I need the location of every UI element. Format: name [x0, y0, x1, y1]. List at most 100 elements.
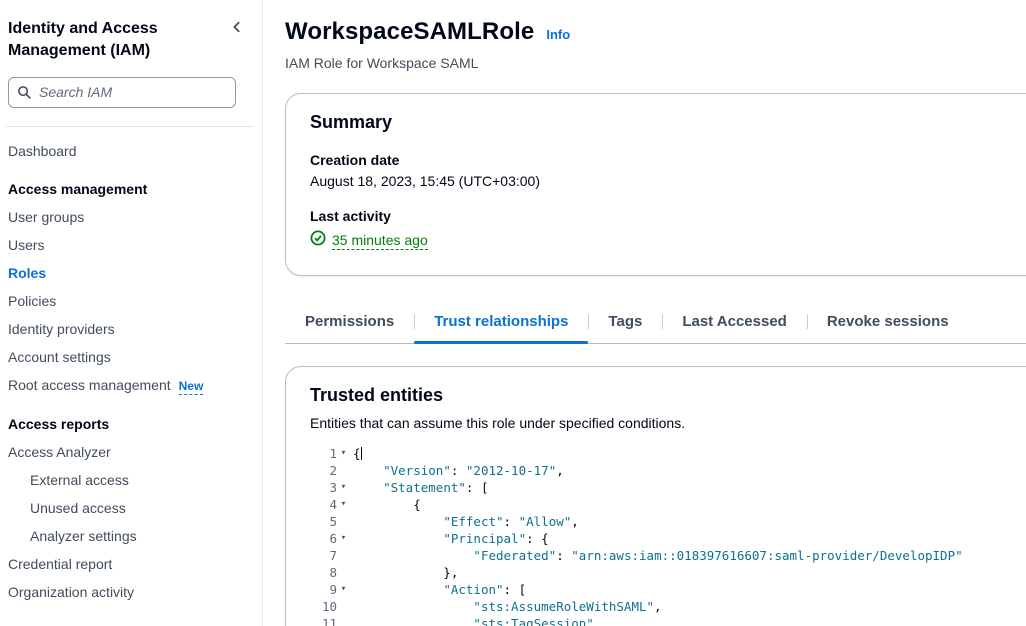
tab-bar: PermissionsTrust relationshipsTagsLast A…: [285, 304, 1026, 344]
sidebar-item-label: Account settings: [8, 349, 111, 365]
info-link[interactable]: Info: [546, 27, 570, 42]
line-number[interactable]: 6▾: [304, 530, 350, 547]
code-line: 2 "Version": "2012-10-17",: [304, 462, 1025, 479]
code-content[interactable]: },: [350, 564, 458, 581]
summary-card: Summary Creation date August 18, 2023, 1…: [285, 93, 1026, 276]
sidebar-item-identity-providers[interactable]: Identity providers: [8, 315, 248, 343]
code-line: 8 },: [304, 564, 1025, 581]
sidebar-item-label: Policies: [8, 293, 56, 309]
sidebar-item-label: Credential report: [8, 556, 112, 572]
line-number[interactable]: 8: [304, 564, 350, 581]
sidebar-section-access-reports: Access reports: [8, 410, 248, 438]
creation-date-value: August 18, 2023, 15:45 (UTC+03:00): [310, 173, 1025, 189]
policy-code-editor[interactable]: 1▾{2 "Version": "2012-10-17",3▾ "Stateme…: [304, 445, 1025, 626]
code-content[interactable]: "sts:AssumeRoleWithSAML",: [350, 598, 662, 615]
code-content[interactable]: "Effect": "Allow",: [350, 513, 579, 530]
line-number[interactable]: 11: [304, 615, 350, 626]
sidebar-item-label: External access: [30, 472, 129, 488]
line-number[interactable]: 4▾: [304, 496, 350, 513]
tab-trust-relationships[interactable]: Trust relationships: [414, 304, 588, 343]
sidebar-item-label: Access reports: [8, 416, 109, 432]
sidebar-item-access-analyzer[interactable]: Access Analyzer: [8, 438, 248, 466]
sidebar-collapse-button[interactable]: [226, 16, 248, 41]
line-number[interactable]: 3▾: [304, 479, 350, 496]
sidebar-item-organization-activity[interactable]: Organization activity: [8, 578, 248, 606]
sidebar-item-credential-report[interactable]: Credential report: [8, 550, 248, 578]
fold-arrow-icon[interactable]: ▾: [337, 581, 350, 598]
sidebar-search: [8, 77, 248, 108]
code-content[interactable]: "Principal": {: [350, 530, 549, 547]
code-content[interactable]: "Federated": "arn:aws:iam::018397616607:…: [350, 547, 963, 564]
trusted-entities-description: Entities that can assume this role under…: [310, 415, 1025, 431]
sidebar-item-dashboard[interactable]: Dashboard: [8, 137, 248, 165]
code-line: 10 "sts:AssumeRoleWithSAML",: [304, 598, 1025, 615]
sidebar-item-user-groups[interactable]: User groups: [8, 203, 248, 231]
sidebar-item-label: Analyzer settings: [30, 528, 137, 544]
fold-arrow-icon[interactable]: ▾: [337, 496, 350, 513]
code-content[interactable]: {: [350, 496, 421, 513]
line-number[interactable]: 2: [304, 462, 350, 479]
sidebar-item-label: Dashboard: [8, 143, 77, 159]
sidebar-item-roles[interactable]: Roles: [8, 259, 248, 287]
iam-console: Identity and Access Management (IAM) Das…: [0, 0, 1026, 626]
page-title: WorkspaceSAMLRole: [285, 18, 534, 46]
sidebar: Identity and Access Management (IAM) Das…: [0, 0, 263, 626]
fold-arrow-icon[interactable]: ▾: [337, 479, 350, 496]
sidebar-item-label: Identity providers: [8, 321, 115, 337]
sidebar-item-analyzer-settings[interactable]: Analyzer settings: [8, 522, 248, 550]
code-content[interactable]: {: [350, 445, 362, 462]
sidebar-item-label: Unused access: [30, 500, 126, 516]
sidebar-item-label: Organization activity: [8, 584, 134, 600]
line-number[interactable]: 1▾: [304, 445, 350, 462]
sidebar-item-label: Roles: [8, 265, 46, 281]
main-content: WorkspaceSAMLRole Info IAM Role for Work…: [263, 0, 1026, 626]
sidebar-title: Identity and Access Management (IAM): [8, 18, 208, 63]
sidebar-section-access-management: Access management: [8, 175, 248, 203]
sidebar-header: Identity and Access Management (IAM): [8, 14, 248, 77]
code-line: 3▾ "Statement": [: [304, 479, 1025, 496]
code-line: 9▾ "Action": [: [304, 581, 1025, 598]
code-line: 5 "Effect": "Allow",: [304, 513, 1025, 530]
sidebar-item-label: Access management: [8, 181, 147, 197]
tab-tags[interactable]: Tags: [588, 304, 662, 343]
sidebar-divider: [6, 126, 254, 127]
code-line: 7 "Federated": "arn:aws:iam::01839761660…: [304, 547, 1025, 564]
text-cursor: [361, 447, 362, 460]
tab-permissions[interactable]: Permissions: [285, 304, 414, 343]
last-activity-label: Last activity: [310, 208, 1025, 224]
sidebar-item-unused-access[interactable]: Unused access: [8, 494, 248, 522]
success-check-icon: [310, 230, 326, 251]
sidebar-item-label: Root access management: [8, 377, 171, 393]
code-line: 4▾ {: [304, 496, 1025, 513]
last-activity-value[interactable]: 35 minutes ago: [332, 232, 428, 250]
chevron-left-icon: [230, 22, 244, 37]
code-content[interactable]: "Statement": [: [350, 479, 488, 496]
sidebar-nav: Dashboard Access management User groups Use…: [8, 137, 248, 606]
line-number[interactable]: 7: [304, 547, 350, 564]
code-line: 11 "sts:TagSession": [304, 615, 1025, 626]
trusted-entities-card: Trusted entities Entities that can assum…: [285, 366, 1026, 626]
fold-arrow-icon[interactable]: ▾: [337, 530, 350, 547]
code-line: 1▾{: [304, 445, 1025, 462]
code-content[interactable]: "Version": "2012-10-17",: [350, 462, 564, 479]
code-content[interactable]: "sts:TagSession": [350, 615, 594, 626]
search-input[interactable]: [8, 77, 236, 108]
page-subtitle: IAM Role for Workspace SAML: [285, 55, 1026, 71]
tab-last-accessed[interactable]: Last Accessed: [662, 304, 807, 343]
line-number[interactable]: 10: [304, 598, 350, 615]
sidebar-item-label: Users: [8, 237, 45, 253]
sidebar-item-external-access[interactable]: External access: [8, 466, 248, 494]
sidebar-item-root-access-management[interactable]: Root access management New: [8, 371, 248, 400]
new-badge: New: [179, 379, 204, 395]
creation-date-label: Creation date: [310, 152, 1025, 168]
code-content[interactable]: "Action": [: [350, 581, 526, 598]
sidebar-item-policies[interactable]: Policies: [8, 287, 248, 315]
fold-arrow-icon[interactable]: ▾: [337, 445, 350, 462]
line-number[interactable]: 9▾: [304, 581, 350, 598]
last-activity-status: 35 minutes ago: [310, 230, 1025, 251]
sidebar-item-account-settings[interactable]: Account settings: [8, 343, 248, 371]
tab-revoke-sessions[interactable]: Revoke sessions: [807, 304, 969, 343]
page-header: WorkspaceSAMLRole Info: [285, 18, 1026, 46]
sidebar-item-users[interactable]: Users: [8, 231, 248, 259]
line-number[interactable]: 5: [304, 513, 350, 530]
